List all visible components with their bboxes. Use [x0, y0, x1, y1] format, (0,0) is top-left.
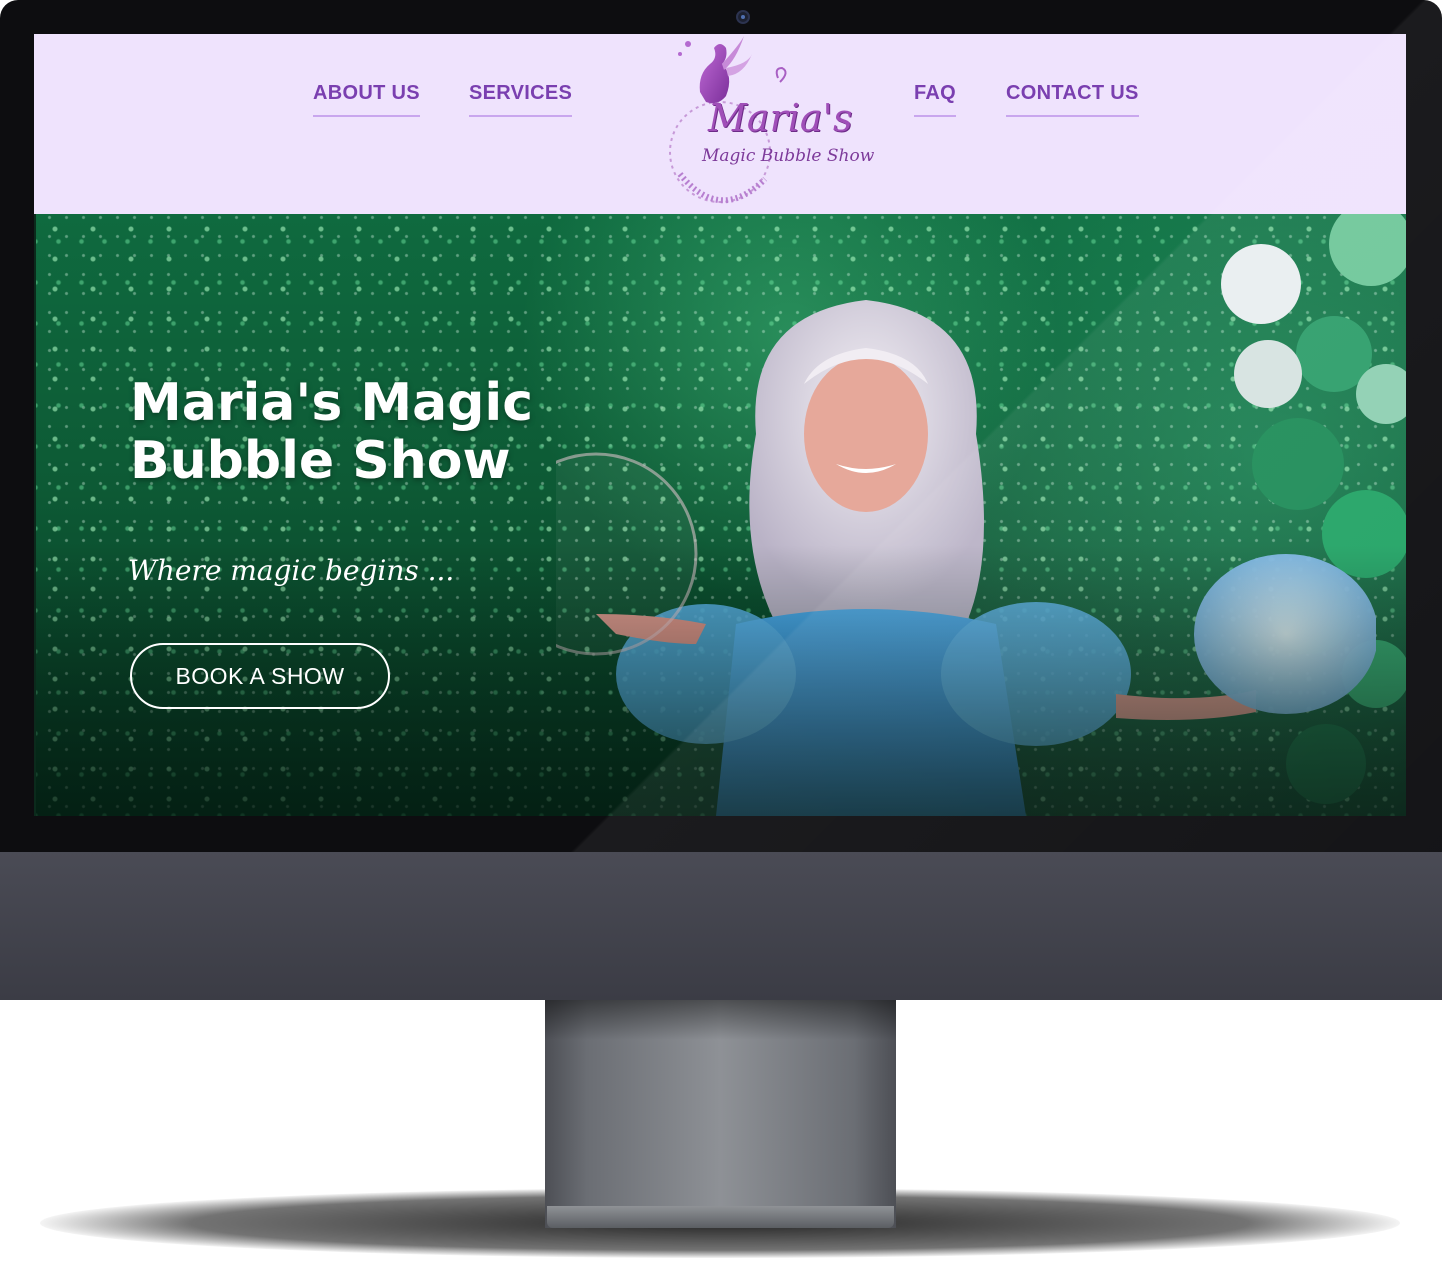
- website-screen: ABOUT US SERVICES Maria's Magic Bubble S…: [34, 34, 1406, 816]
- monitor-chin: [0, 852, 1442, 1000]
- nav-contact-us[interactable]: CONTACT US: [1006, 82, 1139, 117]
- nav-services[interactable]: SERVICES: [469, 82, 573, 117]
- logo[interactable]: Maria's Magic Bubble Show: [640, 34, 874, 214]
- hero-section: Maria's Magic Bubble Show Where magic be…: [36, 214, 1406, 816]
- camera-icon: [736, 10, 750, 24]
- site-header: ABOUT US SERVICES Maria's Magic Bubble S…: [34, 34, 1406, 214]
- hero-tagline: Where magic begins ...: [128, 554, 455, 587]
- monitor-stand-base: [547, 1206, 894, 1228]
- nav-faq[interactable]: FAQ: [914, 82, 957, 117]
- monitor-stand: [545, 1000, 896, 1228]
- book-a-show-button[interactable]: BOOK A SHOW: [130, 643, 390, 709]
- logo-title: Maria's: [708, 96, 853, 140]
- logo-subtitle: Magic Bubble Show: [702, 146, 875, 166]
- hero-title: Maria's Magic Bubble Show: [130, 373, 534, 491]
- nav-about-us[interactable]: ABOUT US: [313, 82, 420, 117]
- hero-overlay: [36, 214, 1406, 816]
- monitor: ABOUT US SERVICES Maria's Magic Bubble S…: [0, 0, 1442, 1000]
